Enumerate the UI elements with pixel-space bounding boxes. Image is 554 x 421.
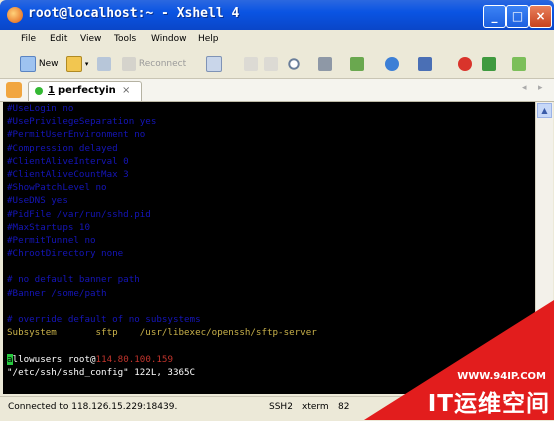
allowusers-text: llowusers root@ (12, 353, 96, 365)
menu-file[interactable]: File (21, 34, 36, 44)
allowusers-ip: 114.80.100.159 (95, 353, 173, 365)
copy-button[interactable] (244, 55, 258, 73)
link-button[interactable] (97, 55, 111, 73)
tab-scroll-left-icon[interactable]: ◂ (522, 83, 527, 93)
reconnect-button-label: Reconnect (138, 59, 187, 69)
find-button[interactable] (287, 55, 301, 73)
new-session-icon (20, 55, 36, 72)
link-icon (97, 56, 111, 71)
font-button[interactable] (418, 55, 432, 73)
terminal-line: #UsePrivilegeSeparation yes (7, 116, 157, 128)
globe-icon (385, 56, 399, 71)
terminal-line: #ChrootDirectory none (7, 248, 124, 260)
menu-view[interactable]: View (80, 34, 101, 44)
paste-button[interactable] (264, 55, 278, 73)
menu-help[interactable]: Help (198, 34, 219, 44)
terminal-line: # no default banner path (7, 274, 140, 286)
terminal-line: #UseLogin no (7, 103, 74, 114)
transfer-icon (350, 56, 364, 71)
printer-icon (318, 56, 332, 71)
protocol-status: SSH2 (269, 402, 293, 412)
reconnect-button[interactable]: Reconnect (122, 55, 186, 73)
script-icon (482, 56, 496, 71)
paste-icon (264, 56, 278, 71)
terminal-line: #Compression delayed (7, 142, 118, 154)
layout-icon (512, 56, 526, 71)
menu-edit[interactable]: Edit (50, 34, 67, 44)
tab-close-icon[interactable]: × (122, 85, 130, 96)
folder-icon (66, 55, 82, 72)
new-button[interactable]: New (20, 55, 59, 73)
connection-status: Connected to 118.126.15.229:18439. (8, 402, 178, 412)
terminal-size-status: 82 (338, 402, 350, 412)
terminal-line: #ClientAliveCountMax 3 (7, 168, 129, 180)
watermark-brand: IT运维空间 (427, 391, 550, 417)
menu-window[interactable]: Window (151, 34, 187, 44)
terminal-line: #PermitTunnel no (7, 234, 96, 246)
terminal-line: #PidFile /var/run/sshd.pid (7, 208, 151, 220)
terminal-type-status: xterm (302, 402, 329, 412)
dropdown-arrow-icon: ▾ (84, 60, 89, 68)
tab-name: perfectyin (58, 85, 116, 96)
xftp-icon (458, 56, 472, 71)
title-bar: root@localhost:~ - Xshell 4 _ □ × (0, 0, 554, 30)
session-tab-bar: 1 perfectyin × ◂ ▸ (0, 79, 554, 102)
xftp-button[interactable] (458, 55, 472, 73)
terminal-line: #MaxStartups 10 (7, 221, 90, 233)
terminal-line: #Banner /some/path (7, 287, 107, 299)
scroll-up-icon[interactable]: ▲ (537, 103, 552, 118)
menu-tools[interactable]: Tools (114, 34, 136, 44)
open-button[interactable]: ▾ (66, 55, 88, 73)
connected-status-icon (35, 87, 43, 95)
print-button[interactable] (318, 55, 332, 73)
copy-icon (244, 56, 258, 71)
properties-icon (206, 55, 222, 72)
maximize-button[interactable]: □ (506, 5, 529, 28)
menu-bar: File Edit View Tools Window Help (0, 30, 554, 50)
font-icon (418, 56, 432, 71)
terminal-line: #PermitUserEnvironment no (7, 129, 146, 141)
toolbar: New ▾ Reconnect (0, 50, 554, 79)
globe-button[interactable] (385, 55, 399, 73)
window-title: root@localhost:~ - Xshell 4 (28, 6, 240, 21)
add-tab-icon[interactable] (6, 82, 22, 98)
minimize-button[interactable]: _ (483, 5, 506, 28)
tab-perfectyin[interactable]: 1 perfectyin × (28, 81, 142, 101)
properties-button[interactable] (206, 55, 222, 73)
xshell-app-icon[interactable] (7, 7, 23, 23)
terminal-line: #ShowPatchLevel no (7, 182, 107, 194)
transfer-button[interactable] (350, 55, 364, 73)
new-button-label: New (38, 59, 59, 69)
script-button[interactable] (482, 55, 496, 73)
watermark-url: WWW.94IP.COM (457, 371, 546, 382)
close-button[interactable]: × (529, 5, 552, 28)
magnifier-icon (287, 56, 301, 71)
terminal-line: #ClientAliveInterval 0 (7, 155, 129, 167)
tab-number: 1 (48, 85, 55, 96)
terminal-line: #UseDNS yes (7, 195, 68, 207)
reconnect-icon (122, 56, 136, 71)
layout-button[interactable] (512, 55, 526, 73)
tab-scroll-right-icon[interactable]: ▸ (538, 83, 543, 93)
